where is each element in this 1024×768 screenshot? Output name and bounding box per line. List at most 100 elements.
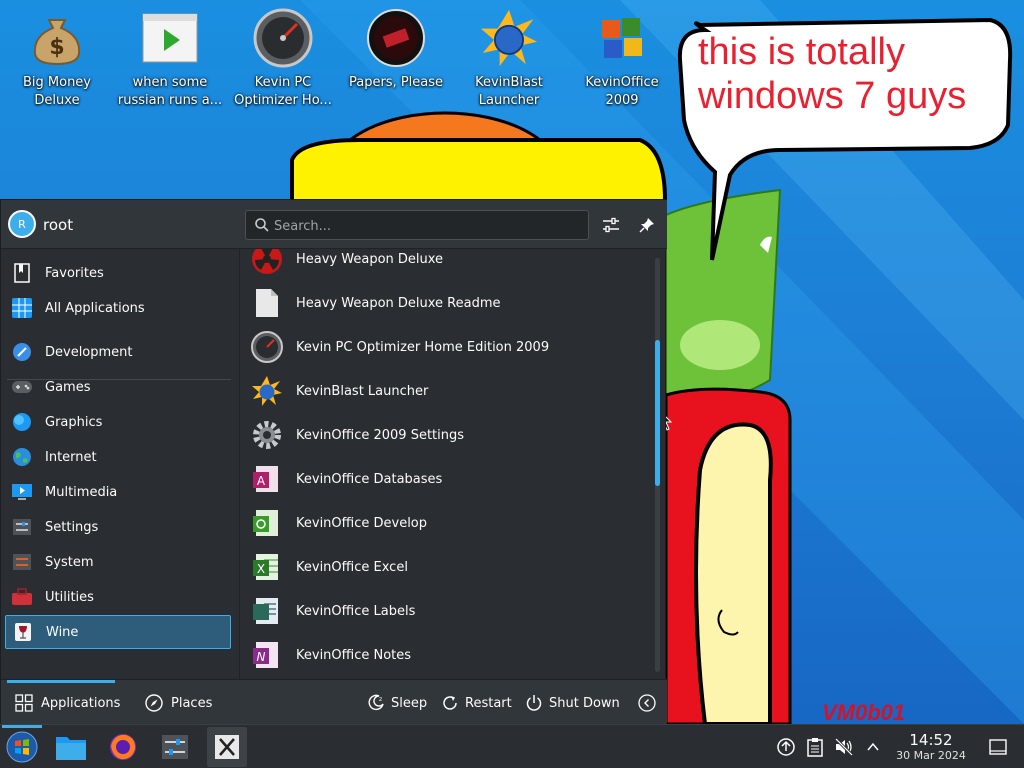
app-label: KevinBlast Launcher [296,383,429,399]
office-databases-icon: A [251,463,283,495]
grid-icon [11,297,33,319]
settings-icon [11,516,33,538]
list-item[interactable]: X KevinOffice Excel [241,545,651,589]
launcher-header: R root [1,200,667,249]
pin-button[interactable] [634,212,660,238]
sleep-button[interactable]: z Sleep [367,680,427,726]
x-window-icon [215,735,239,759]
sleep-icon: z [367,694,385,712]
start-button[interactable] [2,725,42,767]
list-item[interactable]: Kevin PC Optimizer Home Edition 2009 [241,325,651,369]
speedometer-icon [253,8,313,68]
list-item[interactable]: KevinOffice Labels [241,589,651,633]
office-excel-icon: X [251,551,283,583]
volume-muted-icon[interactable] [834,737,854,757]
bubble-line-2: windows 7 guys [698,75,967,117]
taskbar-system-settings[interactable] [155,727,195,767]
sleep-label: Sleep [391,695,428,711]
show-desktop-icon[interactable] [988,737,1008,757]
search-input[interactable] [274,216,574,236]
sidebar-item-multimedia[interactable]: Multimedia [5,475,231,509]
kevinblast-icon [479,8,539,68]
restart-button[interactable]: Restart [441,680,512,726]
sidebar-item-wine[interactable]: Wine [5,615,231,649]
more-power-options-button[interactable] [638,680,662,726]
launcher-footer: Applications Places z Sleep Restart Shut… [1,679,667,725]
svg-text:$: $ [49,35,64,60]
desktop-icon-big-money-deluxe[interactable]: $ Big Money Deluxe [2,8,112,110]
sidebar-item-development[interactable]: Development [5,335,231,369]
document-icon [251,287,283,319]
app-label: KevinOffice 2009 Settings [296,427,465,443]
category-sidebar: Favorites All Applications Development G… [1,249,239,679]
sidebar-item-utilities[interactable]: Utilities [5,580,231,614]
folder-icon [56,737,86,760]
money-bag-icon: $ [27,8,87,68]
speedometer-icon [251,331,283,363]
sidebar-item-internet[interactable]: Internet [5,440,231,474]
tab-applications[interactable]: Applications [7,680,120,726]
kevinblast-icon [251,375,283,407]
avatar[interactable]: R [8,210,36,238]
svg-text:z: z [379,696,382,703]
desktop-icon-label: Deluxe [34,93,80,108]
list-item[interactable]: KevinBlast Launcher [241,369,651,413]
update-notifier-icon[interactable] [776,737,796,757]
list-item[interactable]: A KevinOffice Databases [241,457,651,501]
desktop-icon-kevinblast-launcher[interactable]: KevinBlast Launcher [454,8,564,110]
taskbar: 14:52 30 Mar 2024 [0,724,1024,768]
chevron-up-icon[interactable] [863,737,883,757]
desktop-icon-kevin-pc-optimizer[interactable]: Kevin PC Optimizer Ho... [228,8,338,110]
sidebar-item-favorites[interactable]: Favorites [5,256,231,290]
globe-icon [11,446,33,468]
list-item[interactable]: KevinOffice 2009 Settings [241,413,651,457]
clipboard-icon[interactable] [805,737,825,757]
bubble-line-1: this is totally [698,31,905,73]
list-item[interactable]: Heavy Weapon Deluxe Readme [241,281,651,325]
app-label: Heavy Weapon Deluxe Readme [296,295,501,311]
settings-icon [162,735,188,759]
list-item[interactable]: Heavy Weapon Deluxe [241,249,651,281]
gamepad-icon [11,376,33,398]
sidebar-item-system[interactable]: System [5,545,231,579]
app-label: Heavy Weapon Deluxe [296,251,444,267]
gear-icon [251,419,283,451]
clock-time[interactable]: 14:52 [892,731,970,749]
office-labels-icon [251,595,283,627]
list-item[interactable]: KevinOffice Develop [241,501,651,545]
desktop-icon-label: KevinOffice [585,75,659,90]
desktop-icon-label: Kevin PC [254,75,312,90]
desktop-icon-russian-video[interactable]: when some russian runs a... [115,8,225,110]
signature: VM0b01 [822,700,906,724]
sidebar-item-label: Favorites [45,265,104,281]
sidebar-item-label: Settings [45,519,99,535]
application-list: Heavy Weapon Deluxe Heavy Weapon Deluxe … [241,249,661,679]
desktop-icon-kevinoffice-2009[interactable]: KevinOffice 2009 [567,8,677,110]
clock-date[interactable]: 30 Mar 2024 [892,749,970,762]
development-icon [11,341,33,363]
sidebar-item-games[interactable]: Games [5,370,231,404]
taskbar-x-window[interactable] [207,727,247,767]
app-label: KevinOffice Databases [296,471,443,487]
compass-icon [145,694,163,712]
desktop-icon-label: russian runs a... [117,93,223,108]
scrollbar-thumb[interactable] [655,340,660,486]
desktop-icon-label: Optimizer Ho... [234,93,332,108]
chevron-left-icon [638,694,656,712]
desktop-icon-label: Big Money [22,75,91,90]
list-item[interactable]: N KevinOffice Notes [241,633,651,677]
sidebar-item-label: Games [45,379,91,395]
configure-button[interactable] [598,212,624,238]
sidebar-item-all-applications[interactable]: All Applications [5,291,231,325]
search-box[interactable] [245,210,589,240]
sidebar-item-label: Graphics [45,414,103,430]
shutdown-label: Shut Down [549,695,620,711]
restart-icon [441,694,459,712]
desktop-icon-papers-please[interactable]: Papers, Please [341,8,451,92]
taskbar-file-manager[interactable] [51,727,91,767]
sidebar-item-settings[interactable]: Settings [5,510,231,544]
sidebar-item-graphics[interactable]: Graphics [5,405,231,439]
tab-places[interactable]: Places [145,680,212,726]
shutdown-button[interactable]: Shut Down [525,680,620,726]
taskbar-firefox[interactable] [103,727,143,767]
